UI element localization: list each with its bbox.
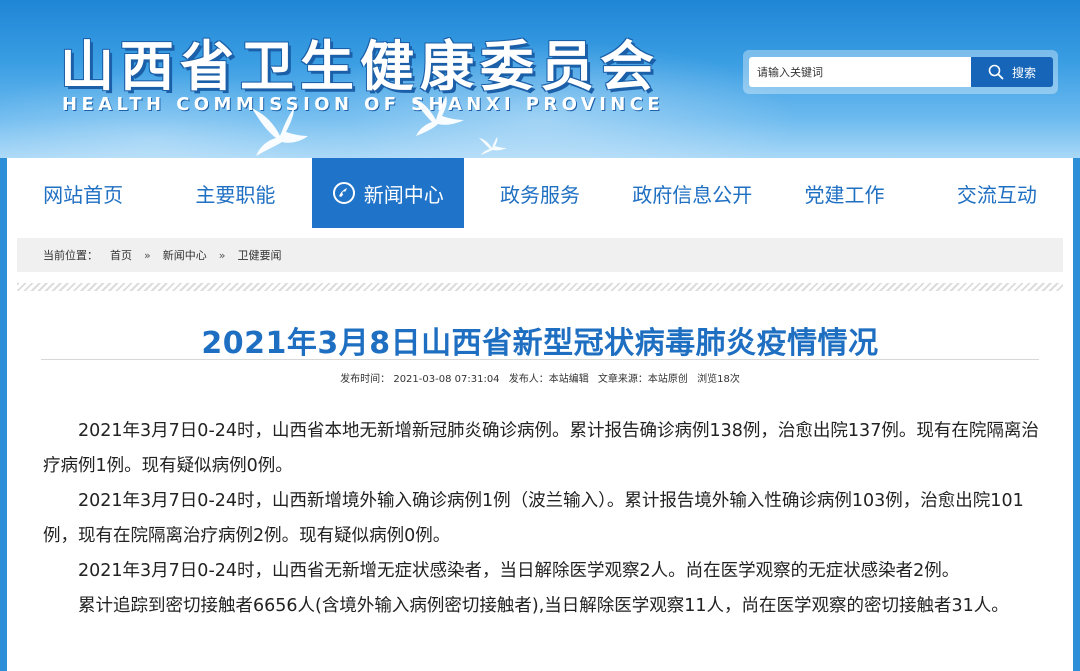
dove-icon	[250, 106, 310, 158]
site-title[interactable]: 山西省卫生健康委员会	[60, 22, 660, 101]
search-input[interactable]	[749, 57, 971, 87]
article-source: 文章来源：本站原创	[597, 374, 688, 385]
main-nav: 网站首页 主要职能 新闻中心 政务服务 政府信息公开 党建工作 交流互动	[7, 158, 1073, 228]
divider	[17, 283, 1063, 291]
dove-icon	[410, 94, 466, 138]
nav-item-label: 交流互动	[956, 182, 1037, 207]
nav-item-disclosure[interactable]: 政府信息公开	[616, 158, 768, 228]
breadcrumb-link-current[interactable]: 卫健要闻	[237, 247, 281, 263]
nav-item-functions[interactable]: 主要职能	[159, 158, 311, 228]
article-body: 2021年3月7日0-24时，山西省本地无新增新冠肺炎确诊病例。累计报告确诊病例…	[43, 414, 1043, 624]
search-box: 搜索	[743, 50, 1058, 94]
nav-item-label: 主要职能	[195, 182, 276, 207]
search-button-label: 搜索	[1011, 65, 1036, 80]
site-subtitle: HEALTH COMMISSION OF SHANXI PROVINCE	[62, 94, 665, 115]
search-icon	[988, 64, 1004, 80]
nav-item-label: 党建工作	[804, 182, 885, 207]
article-paragraph: 2021年3月7日0-24时，山西省本地无新增新冠肺炎确诊病例。累计报告确诊病例…	[43, 421, 1039, 476]
nav-item-home[interactable]: 网站首页	[7, 158, 159, 228]
search-button[interactable]: 搜索	[971, 57, 1053, 87]
nav-item-news[interactable]: 新闻中心	[311, 158, 464, 228]
breadcrumb: 当前位置： 首页 » 新闻中心 » 卫健要闻	[17, 238, 1063, 272]
article-paragraph: 累计追踪到密切接触者6656人(含境外输入病例密切接触者),当日解除医学观察11…	[78, 596, 1009, 616]
content-panel: 当前位置： 首页 » 新闻中心 » 卫健要闻 2021年3月8日山西省新型冠状病…	[7, 228, 1073, 671]
article-paragraph: 2021年3月7日0-24时，山西新增境外输入确诊病例1例（波兰输入）。累计报告…	[43, 491, 1024, 546]
nav-item-label: 新闻中心	[363, 182, 444, 207]
publish-time: 发布时间： 2021-03-08 07:31:04	[340, 374, 500, 385]
article-paragraph: 2021年3月7日0-24时，山西省无新增无症状感染者，当日解除医学观察2人。尚…	[78, 561, 960, 581]
breadcrumb-link-home[interactable]: 首页	[110, 247, 132, 263]
breadcrumb-prefix: 当前位置：	[43, 249, 98, 262]
article-title: 2021年3月8日山西省新型冠状病毒肺炎疫情情况	[201, 326, 879, 361]
nav-item-label: 政务服务	[499, 182, 580, 207]
title-divider	[41, 359, 1039, 360]
breadcrumb-link-news[interactable]: 新闻中心	[163, 247, 207, 263]
breadcrumb-separator: »	[144, 248, 151, 262]
site-header: 山西省卫生健康委员会 HEALTH COMMISSION OF SHANXI P…	[0, 0, 1080, 158]
breadcrumb-separator: »	[218, 248, 226, 262]
publisher: 发布人：本站编辑	[508, 374, 589, 385]
globe-icon	[332, 181, 356, 205]
nav-item-label: 网站首页	[43, 182, 124, 207]
article-meta: 发布时间： 2021-03-08 07:31:04 发布人：本站编辑 文章来源：…	[7, 370, 1073, 385]
nav-item-party[interactable]: 党建工作	[768, 158, 920, 228]
nav-item-label: 政府信息公开	[632, 182, 753, 207]
dove-icon	[478, 136, 508, 156]
nav-item-services[interactable]: 政务服务	[464, 158, 616, 228]
nav-item-interaction[interactable]: 交流互动	[921, 158, 1073, 228]
view-count: 浏览18次	[697, 374, 740, 385]
